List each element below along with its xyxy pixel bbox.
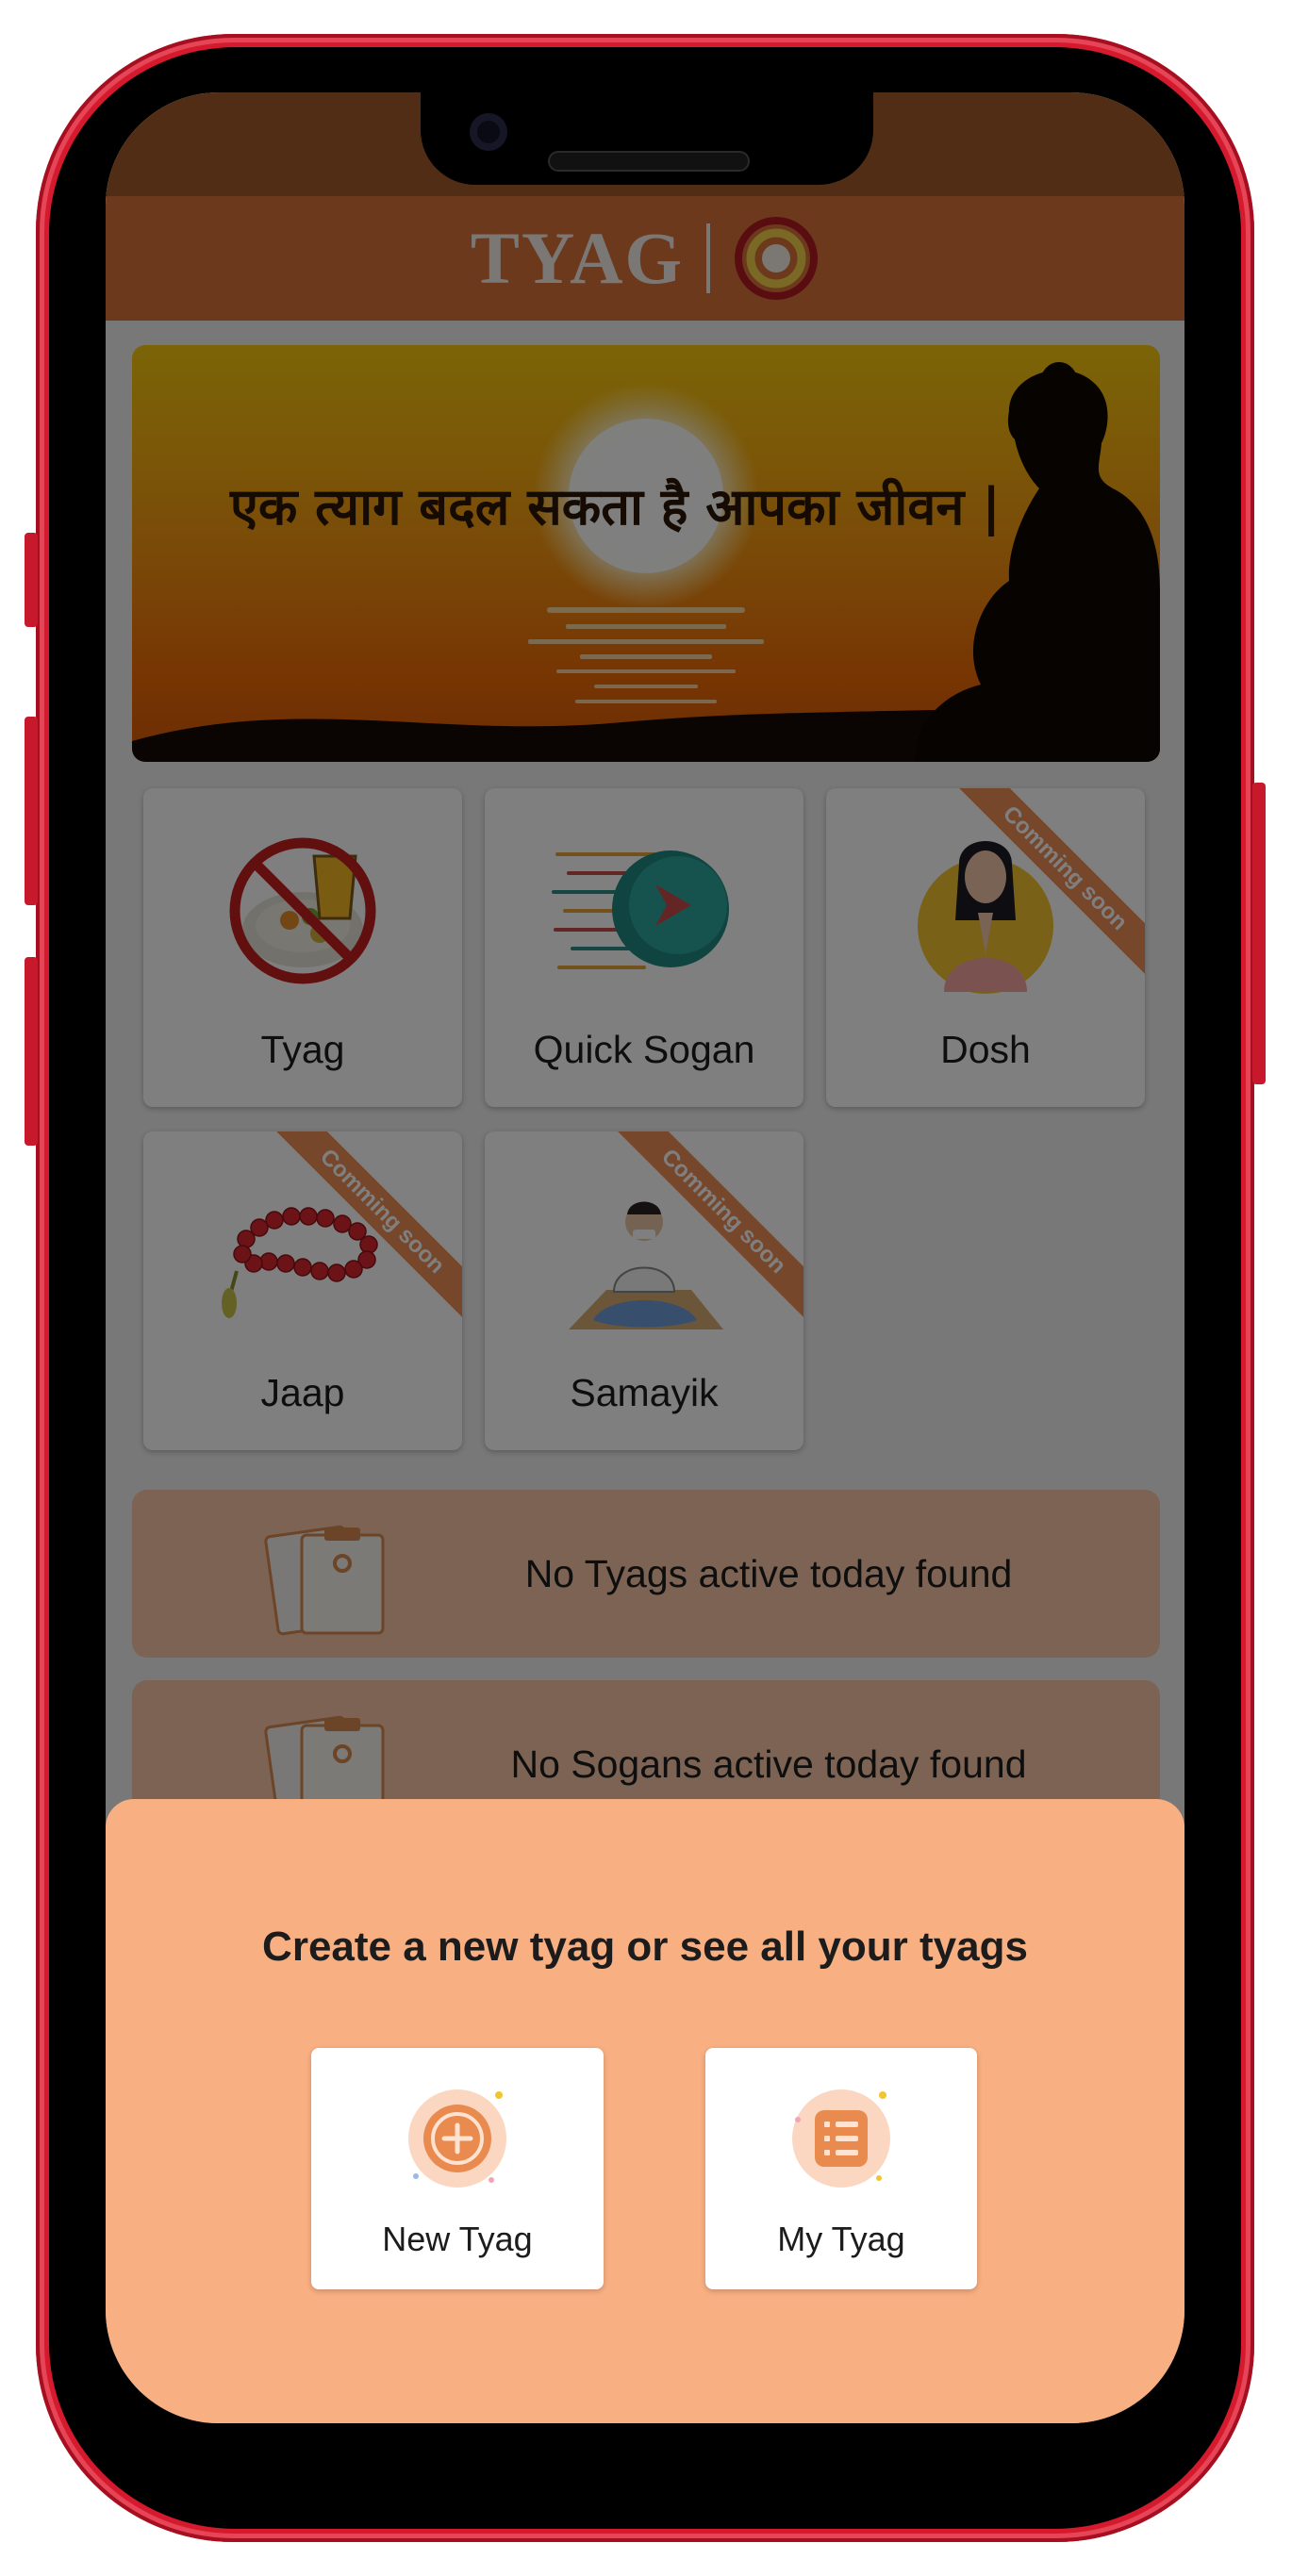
silent-switch [25,533,38,627]
my-tyag-label: My Tyag [777,2220,905,2258]
create-tyag-bottom-sheet: Create a new tyag or see all your tyags … [106,1799,1184,2423]
speaker-grille [548,151,750,172]
new-tyag-label: New Tyag [382,2220,533,2258]
volume-down-button [25,957,38,1146]
my-tyag-button[interactable]: My Tyag [705,2048,977,2289]
list-icon [792,2089,890,2188]
volume-up-button [25,717,38,905]
screen: TYAG [106,92,1184,2423]
power-button [1252,783,1266,1084]
add-circle-icon [408,2089,506,2188]
new-tyag-button[interactable]: New Tyag [311,2048,604,2289]
sheet-title: Create a new tyag or see all your tyags [262,1924,1028,1970]
front-camera [470,113,507,151]
